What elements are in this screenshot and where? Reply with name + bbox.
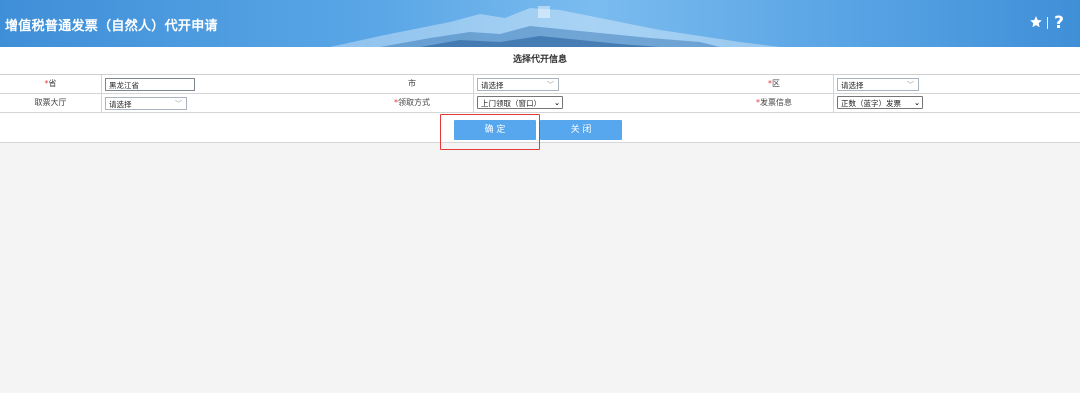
pickup-label: *领取方式 — [394, 98, 430, 107]
district-select[interactable]: 请选择 ﹀ — [837, 78, 919, 91]
divider — [1047, 17, 1049, 29]
city-label: 市 — [408, 79, 416, 88]
chevron-down-icon: ﹀ — [175, 100, 182, 108]
province-input[interactable]: 黑龙江省 — [105, 78, 195, 91]
section-title: 选择代开信息 — [0, 47, 1080, 75]
district-label: *区 — [768, 79, 780, 88]
page-title: 增值税普通发票（自然人）代开申请 — [5, 19, 218, 34]
chevron-down-icon: ﹀ — [547, 81, 554, 89]
pickup-select[interactable]: 上门领取（窗口） ⌄ — [477, 96, 563, 109]
divider — [833, 75, 834, 113]
province-label: *省 — [44, 79, 57, 88]
chevron-down-icon: ⌄ — [554, 99, 560, 107]
close-button[interactable]: 关 闭 — [540, 120, 622, 140]
confirm-button[interactable]: 确 定 — [454, 120, 536, 140]
question-icon[interactable]: ? — [1054, 14, 1064, 32]
invoice-label: *发票信息 — [756, 98, 792, 107]
hall-select[interactable]: 请选择 ﹀ — [105, 97, 187, 110]
city-select[interactable]: 请选择 ﹀ — [477, 78, 559, 91]
invoice-select[interactable]: 正数（蓝字）发票 ⌄ — [837, 96, 923, 109]
star-icon[interactable] — [1029, 14, 1043, 33]
divider — [101, 75, 102, 113]
hall-label: 取票大厅 — [34, 98, 67, 107]
chevron-down-icon: ⌄ — [914, 99, 920, 107]
header-tools: ? — [1029, 13, 1064, 33]
chevron-down-icon: ﹀ — [907, 81, 914, 89]
app-header: 增值税普通发票（自然人）代开申请 ? — [0, 0, 1080, 47]
